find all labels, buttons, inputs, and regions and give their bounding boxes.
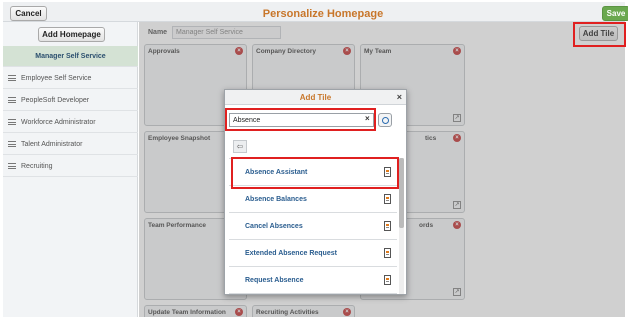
sidebar-item-label: PeopleSoft Developer [21,96,90,104]
sidebar-item-peoplesoft-developer[interactable]: PeopleSoft Developer [3,90,138,111]
dialog-title: Add Tile [299,93,332,102]
page-title: Personalize Homepage [262,8,384,20]
list-item-label: Request Absence [245,276,304,284]
list-item-absence-balances[interactable]: Absence Balances [229,186,397,213]
sidebar-item-employee-self-service[interactable]: Employee Self Service [3,68,138,89]
drag-handle-icon[interactable] [8,97,16,103]
list-item-label: Extended Absence Request [245,249,337,257]
sidebar-item-label: Recruiting [21,162,53,170]
drag-handle-icon[interactable] [8,119,16,125]
sidebar-item-manager-self-service[interactable]: Manager Self Service [3,46,138,67]
document-icon [384,221,391,231]
sidebar-item-label: Workforce Administrator [21,118,96,126]
header-bar: Cancel Personalize Homepage Save [3,2,628,22]
list-item-request-absence[interactable]: Request Absence [229,267,397,294]
drag-handle-icon[interactable] [8,163,16,169]
absence-assistant-highlight [231,157,399,189]
page-frame: Cancel Personalize Homepage Save Add Hom… [0,0,628,317]
drag-handle-icon[interactable] [8,75,16,81]
sidebar-item-label: Employee Self Service [21,74,92,82]
list-item-extended-absence-request[interactable]: Extended Absence Request [229,240,397,267]
sidebar-item-workforce-administrator[interactable]: Workforce Administrator [3,112,138,133]
document-icon [384,248,391,258]
document-icon [384,194,391,204]
search-button[interactable] [378,113,392,127]
search-icon [381,116,389,124]
add-tile-highlight [573,22,626,47]
search-highlight [225,108,376,131]
list-item-label: Absence Balances [245,195,307,203]
list-scrollbar[interactable] [399,158,404,294]
sidebar-item-label: Talent Administrator [21,140,83,148]
scrollbar-thumb[interactable] [399,158,404,228]
list-item-label: Cancel Absences [245,222,303,230]
close-icon[interactable]: × [397,92,402,102]
add-homepage-button[interactable]: Add Homepage [38,27,105,42]
save-button[interactable]: Save [602,6,628,21]
document-icon [384,275,391,285]
dialog-header: Add Tile × [225,90,406,105]
list-item-cancel-absences[interactable]: Cancel Absences [229,213,397,240]
homepage-sidebar: Add Homepage Manager Self Service Employ… [3,22,138,317]
drag-handle-icon[interactable] [8,141,16,147]
sidebar-item-talent-administrator[interactable]: Talent Administrator [3,134,138,155]
sidebar-item-recruiting[interactable]: Recruiting [3,156,138,177]
sidebar-item-label: Manager Self Service [35,52,106,60]
back-arrow-icon[interactable]: ⇦ [233,140,247,153]
